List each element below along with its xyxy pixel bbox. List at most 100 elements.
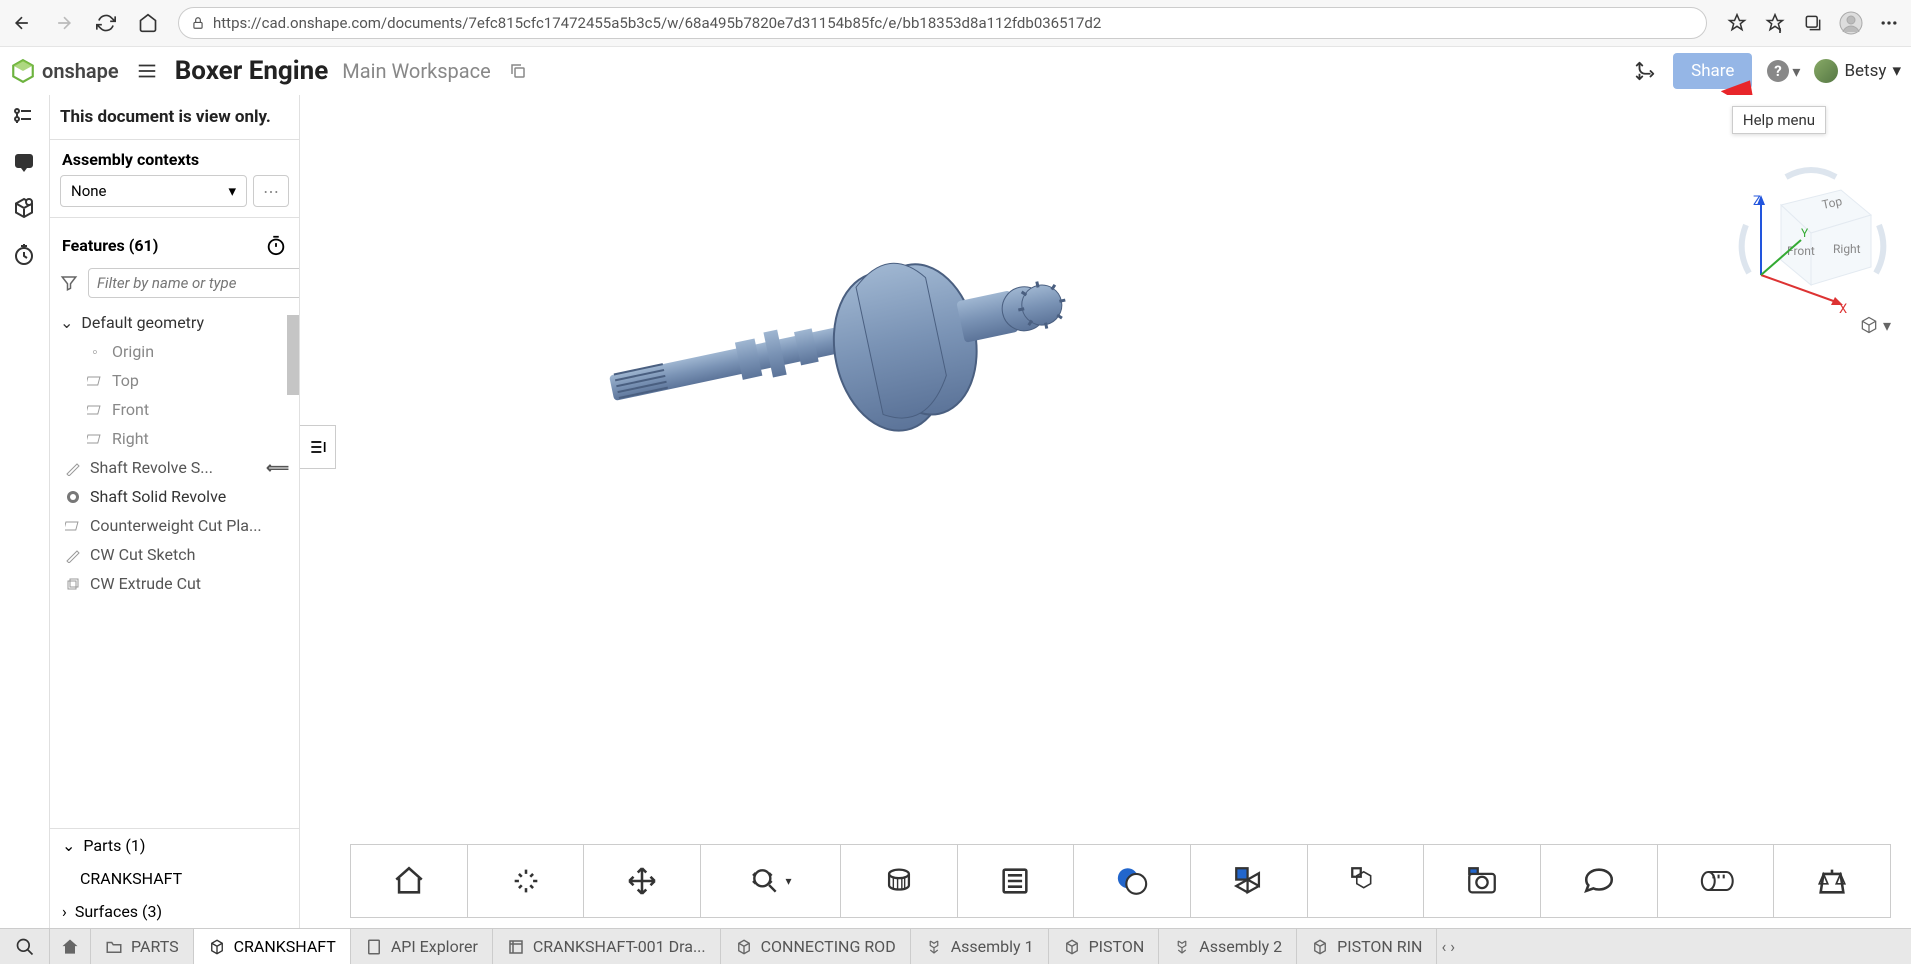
chevron-down-icon: ▾ bbox=[1792, 62, 1800, 81]
tab-piston-ring[interactable]: PISTON RIN bbox=[1297, 929, 1437, 964]
assembly-contexts-header: Assembly contexts bbox=[50, 140, 299, 175]
tab-crankshaft[interactable]: CRANKSHAFT bbox=[194, 929, 351, 964]
svg-text:Right: Right bbox=[1833, 242, 1861, 256]
versions-icon[interactable] bbox=[12, 197, 38, 223]
top-plane-item[interactable]: Top bbox=[50, 366, 299, 395]
surfaces-group[interactable]: › Surfaces (3) bbox=[50, 895, 299, 928]
stopwatch-icon[interactable] bbox=[265, 234, 287, 256]
zoom-dropdown[interactable]: ▾ bbox=[701, 845, 841, 917]
avatar-icon bbox=[1814, 59, 1838, 83]
feature-shaft-solid-revolve[interactable]: Shaft Solid Revolve bbox=[50, 482, 299, 511]
history-icon[interactable] bbox=[12, 243, 38, 269]
plane-icon bbox=[86, 372, 104, 390]
home-view-button[interactable] bbox=[351, 845, 468, 917]
menu-button[interactable] bbox=[133, 59, 161, 83]
tabs-scroll-controls[interactable]: ‹ › bbox=[1437, 937, 1459, 956]
help-menu-tooltip: Help menu bbox=[1732, 106, 1826, 134]
pan-button[interactable] bbox=[584, 845, 701, 917]
panel-toggle-button[interactable] bbox=[300, 425, 336, 469]
favorites-button[interactable] bbox=[1763, 11, 1787, 35]
app-header: onshape Boxer Engine Main Workspace Shar… bbox=[0, 47, 1911, 95]
copy-icon[interactable] bbox=[509, 62, 527, 80]
branches-icon[interactable] bbox=[1631, 59, 1659, 83]
revolve-icon bbox=[64, 488, 82, 506]
view-cube-menu[interactable]: ▾ bbox=[1859, 315, 1891, 335]
camera-button[interactable] bbox=[1424, 845, 1541, 917]
view-cube[interactable]: Top Front Right Z X Y bbox=[1731, 155, 1891, 315]
parts-group[interactable]: ⌄ Parts (1) bbox=[50, 829, 299, 862]
features-header: Features (61) bbox=[50, 224, 299, 262]
assembly-context-more-button[interactable]: ⋯ bbox=[253, 175, 289, 207]
tab-crankshaft-drawing[interactable]: CRANKSHAFT-001 Dra... bbox=[493, 929, 721, 964]
mass-props-button[interactable] bbox=[1774, 845, 1890, 917]
view-only-banner: This document is view only. bbox=[50, 95, 299, 140]
named-views-button[interactable] bbox=[958, 845, 1075, 917]
tab-connecting-rod[interactable]: CONNECTING ROD bbox=[721, 929, 911, 964]
chevron-down-icon: ▾ bbox=[1892, 61, 1901, 81]
assembly-context-value: None bbox=[71, 182, 107, 200]
feature-tree-icon[interactable] bbox=[12, 105, 38, 131]
left-rail bbox=[0, 95, 50, 928]
more-button[interactable] bbox=[1877, 11, 1901, 35]
help-menu-button[interactable]: ? ▾ bbox=[1766, 59, 1800, 83]
tabs-footer: PARTS CRANKSHAFT API Explorer CRANKSHAFT… bbox=[0, 928, 1911, 964]
chevron-right-icon[interactable]: › bbox=[1450, 937, 1455, 956]
chevron-right-icon: › bbox=[62, 902, 67, 921]
feature-filter-input[interactable] bbox=[88, 268, 300, 298]
measure-button[interactable] bbox=[1658, 845, 1775, 917]
tree-scrollbar[interactable] bbox=[287, 315, 299, 395]
assembly-context-select[interactable]: None ▾ bbox=[60, 175, 247, 207]
tab-assembly1[interactable]: Assembly 1 bbox=[911, 929, 1049, 964]
nav-refresh-button[interactable] bbox=[94, 11, 118, 35]
sketch-icon bbox=[64, 546, 82, 564]
svg-text:?: ? bbox=[1775, 62, 1782, 80]
url-bar[interactable]: https://cad.onshape.com/documents/7efc81… bbox=[178, 7, 1707, 39]
nav-forward-button[interactable] bbox=[52, 11, 76, 35]
search-tabs-button[interactable] bbox=[0, 929, 50, 964]
exploded-view-button[interactable] bbox=[1308, 845, 1425, 917]
chevron-left-icon[interactable]: ‹ bbox=[1441, 937, 1446, 956]
workspace-name: Main Workspace bbox=[342, 59, 490, 83]
collections-button[interactable] bbox=[1801, 11, 1825, 35]
nav-back-button[interactable] bbox=[10, 11, 34, 35]
read-aloud-button[interactable] bbox=[1725, 11, 1749, 35]
origin-icon: ◦ bbox=[86, 343, 104, 361]
front-plane-item[interactable]: Front bbox=[50, 395, 299, 424]
comment-button[interactable] bbox=[1541, 845, 1658, 917]
chevron-down-icon: ⌄ bbox=[60, 313, 73, 332]
brand-logo[interactable]: onshape bbox=[10, 58, 119, 84]
crankshaft-model bbox=[570, 195, 1130, 515]
user-menu[interactable]: Betsy ▾ bbox=[1814, 59, 1901, 83]
rollback-arrow-icon: ⟸ bbox=[266, 458, 289, 477]
chevron-down-icon: ▾ bbox=[785, 874, 791, 888]
tab-piston[interactable]: PISTON bbox=[1049, 929, 1160, 964]
viewport-toolbar: ▾ bbox=[350, 844, 1891, 918]
filter-icon[interactable] bbox=[60, 274, 78, 292]
feature-cw-cut-plane[interactable]: Counterweight Cut Pla... bbox=[50, 511, 299, 540]
profile-button[interactable] bbox=[1839, 11, 1863, 35]
hide-show-button[interactable] bbox=[1191, 845, 1308, 917]
feature-tree: ⌄ Default geometry ◦ Origin Top Front Ri… bbox=[50, 304, 299, 828]
feature-cw-cut-sketch[interactable]: CW Cut Sketch bbox=[50, 540, 299, 569]
chevron-down-icon: ▾ bbox=[228, 182, 236, 200]
feature-cw-extrude-cut[interactable]: CW Extrude Cut bbox=[50, 569, 299, 598]
viewport-3d[interactable]: Top Front Right Z X Y ▾ bbox=[300, 95, 1911, 928]
extrude-icon bbox=[64, 575, 82, 593]
tab-api-explorer[interactable]: API Explorer bbox=[351, 929, 493, 964]
tab-parts-folder[interactable]: PARTS bbox=[91, 929, 194, 964]
appearance-button[interactable] bbox=[1074, 845, 1191, 917]
feature-shaft-revolve-sketch[interactable]: Shaft Revolve S... ⟸ bbox=[50, 453, 299, 482]
section-view-button[interactable] bbox=[841, 845, 958, 917]
right-plane-item[interactable]: Right bbox=[50, 424, 299, 453]
plane-icon bbox=[86, 430, 104, 448]
rotate-button[interactable] bbox=[468, 845, 585, 917]
browser-chrome: https://cad.onshape.com/documents/7efc81… bbox=[0, 0, 1911, 47]
default-geometry-group[interactable]: ⌄ Default geometry bbox=[50, 308, 299, 337]
nav-home-button[interactable] bbox=[136, 11, 160, 35]
plane-icon bbox=[86, 401, 104, 419]
tab-assembly2[interactable]: Assembly 2 bbox=[1159, 929, 1297, 964]
home-tab-button[interactable] bbox=[50, 929, 91, 964]
comments-icon[interactable] bbox=[12, 151, 38, 177]
part-crankshaft[interactable]: CRANKSHAFT bbox=[50, 862, 299, 895]
origin-item[interactable]: ◦ Origin bbox=[50, 337, 299, 366]
